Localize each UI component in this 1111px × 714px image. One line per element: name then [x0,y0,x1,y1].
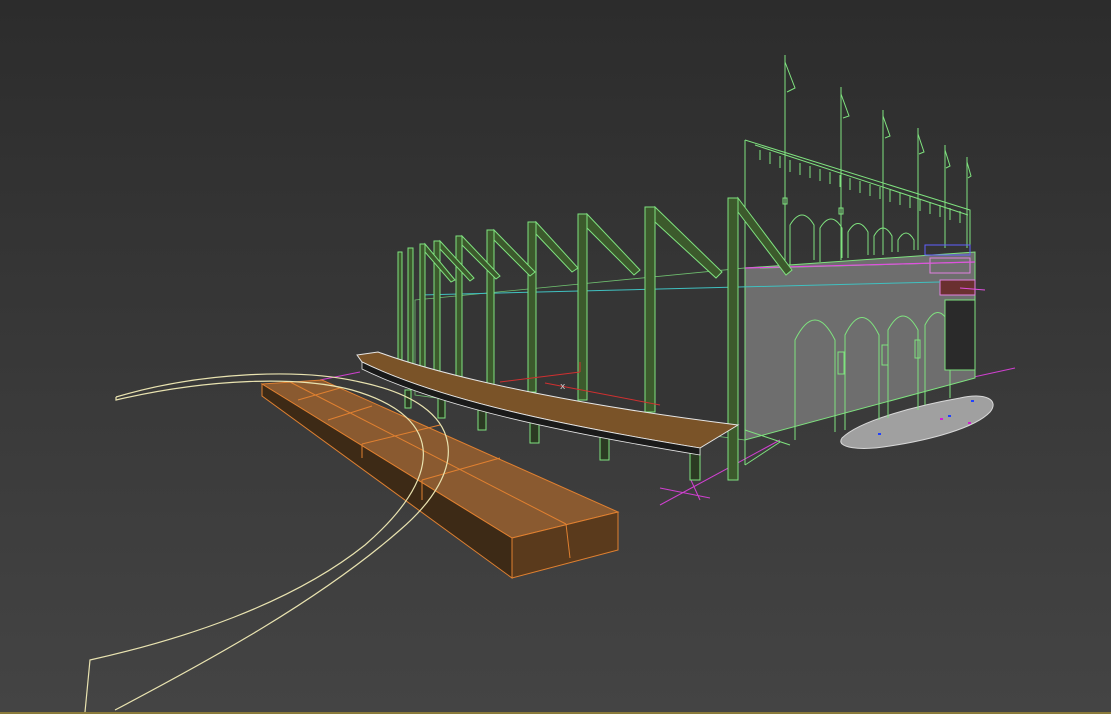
pivot-axis-label: x [560,382,566,392]
3d-viewport[interactable]: x [0,0,1111,714]
flag-poles[interactable] [782,55,972,270]
scene-canvas[interactable]: x [0,0,1111,714]
